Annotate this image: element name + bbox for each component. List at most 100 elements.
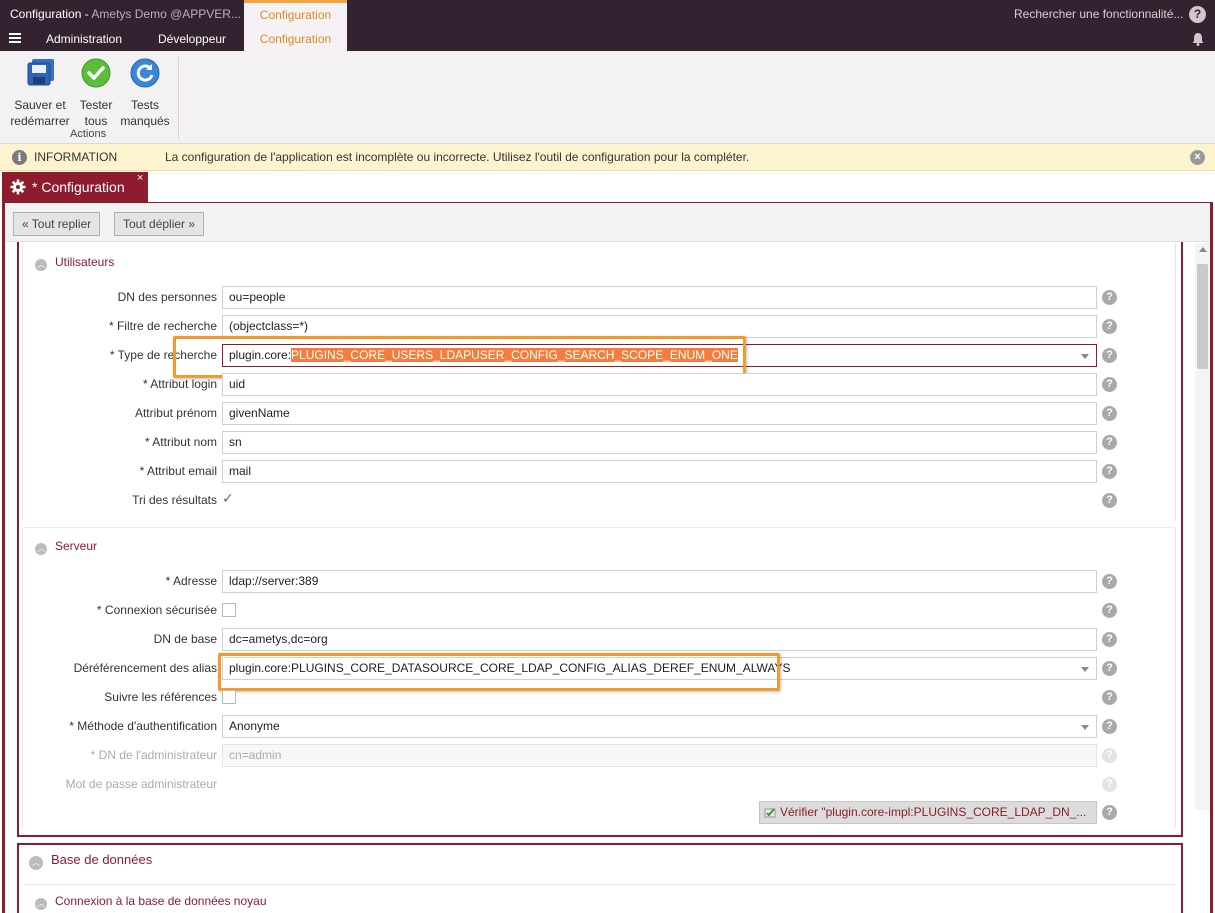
row-label: * Attribut nom (144, 435, 217, 449)
row-label: * Connexion sécurisée (96, 603, 217, 617)
email-attribute-input[interactable]: mail (222, 460, 1097, 483)
row-label: Suivre les références (104, 690, 217, 704)
chevron-up-icon: ︿ (35, 259, 47, 271)
help-icon[interactable]: ? (1102, 493, 1117, 508)
test-all-label-2: tous (84, 114, 108, 128)
help-icon[interactable]: ? (1102, 574, 1117, 589)
help-icon[interactable]: ? (1102, 290, 1117, 305)
chevron-up-icon: ︿ (35, 898, 47, 910)
help-icon[interactable]: ? (1102, 719, 1117, 734)
test-all-label-1: Tester (79, 98, 113, 112)
follow-referrals-checkbox[interactable] (222, 690, 236, 704)
sort-results-checkbox[interactable]: ✓ (222, 490, 234, 507)
login-attribute-input[interactable]: uid (222, 373, 1097, 396)
save-restart-label-1: Sauver et (14, 98, 66, 112)
row-label: * Attribut email (139, 464, 217, 478)
gear-icon (10, 179, 26, 195)
row-label: DN des personnes (117, 290, 217, 304)
help-icon[interactable]: ? (1102, 464, 1117, 479)
app-title-sub: Ametys Demo @APPVER... (91, 7, 241, 21)
failed-tests-label-1: Tests (130, 98, 159, 112)
chevron-down-icon[interactable] (1081, 354, 1089, 359)
info-icon: i (12, 150, 27, 165)
context-tab-title: Configuration (244, 0, 347, 27)
help-icon[interactable]: ? (1102, 348, 1117, 363)
chevron-up-icon: ︿ (35, 543, 47, 555)
auth-method-value: Anonyme (229, 719, 280, 733)
app-title-dash: - (81, 7, 92, 21)
close-icon[interactable]: × (1190, 150, 1205, 165)
help-icon[interactable]: ? (1102, 377, 1117, 392)
help-icon[interactable]: ? (1102, 661, 1117, 676)
info-label: INFORMATION (34, 150, 118, 164)
row-label: * DN de l'administrateur (90, 748, 217, 762)
ribbon-toolbar: Sauver et redémarrer Tester tous Tests m… (0, 51, 1215, 144)
document-tab-configuration[interactable]: * Configuration × (2, 172, 148, 202)
row-label: Mot de passe administrateur (65, 777, 217, 791)
check-icon (81, 58, 111, 88)
tab-close-icon[interactable]: × (137, 163, 143, 193)
save-restart-icon (27, 59, 54, 86)
dn-people-input[interactable]: ou=people (222, 286, 1097, 309)
form-toolbar: « Tout replier Tout déplier » (5, 203, 1210, 242)
help-icon[interactable]: ? (1102, 406, 1117, 421)
highlight-box (218, 653, 780, 691)
database-panel-title: Base de données (51, 852, 153, 867)
help-icon[interactable]: ? (1102, 435, 1117, 450)
notification-bell-icon[interactable] (1191, 32, 1205, 46)
users-section-header[interactable]: ︿ Utilisateurs (35, 255, 114, 271)
document-tab-label: * Configuration (32, 179, 125, 195)
test-all-button[interactable]: Tester tous (76, 57, 116, 129)
help-icon[interactable]: ? (1102, 319, 1117, 334)
expand-all-button[interactable]: Tout déplier » (114, 212, 205, 236)
feature-search-input[interactable]: Rechercher une fonctionnalité... (1014, 7, 1183, 21)
tab-developpeur[interactable]: Développeur (158, 27, 226, 51)
tab-administration[interactable]: Administration (46, 27, 122, 51)
app-title-main: Configuration (10, 7, 82, 21)
database-panel-header[interactable]: ︿ Base de données (29, 852, 152, 870)
server-section-header[interactable]: ︿ Serveur (35, 539, 97, 555)
row-label: * Filtre de recherche (108, 319, 217, 333)
secure-connection-checkbox[interactable] (222, 603, 236, 617)
chevron-down-icon[interactable] (1081, 667, 1089, 672)
failed-tests-button[interactable]: Tests manqués (118, 57, 172, 129)
app-title: Configuration - Ametys Demo @APPVER... (10, 7, 241, 21)
firstname-attribute-input[interactable]: givenName (222, 402, 1097, 425)
highlight-box (173, 336, 746, 378)
ribbon-separator (178, 57, 179, 139)
core-db-section-title: Connexion à la base de données noyau (55, 894, 267, 908)
search-filter-input[interactable]: (objectclass=*) (222, 315, 1097, 338)
scroll-thumb[interactable] (1197, 264, 1208, 369)
help-icon[interactable]: ? (1102, 632, 1117, 647)
base-dn-input[interactable]: dc=ametys,dc=org (222, 628, 1097, 651)
chevron-down-icon[interactable] (1081, 725, 1089, 730)
refresh-icon (130, 58, 160, 88)
chevron-up-icon: ︿ (29, 856, 43, 870)
row-label: * Adresse (165, 574, 217, 588)
help-icon[interactable]: ? (1102, 805, 1117, 820)
help-icon: ? (1102, 777, 1117, 792)
core-db-section-header[interactable]: ︿ Connexion à la base de données noyau (35, 894, 267, 910)
address-input[interactable]: ldap://server:389 (222, 570, 1097, 593)
tab-configuration[interactable]: Configuration (244, 27, 347, 51)
lastname-attribute-input[interactable]: sn (222, 431, 1097, 454)
auth-method-select[interactable]: Anonyme (222, 715, 1097, 738)
ribbon-group-label: Actions (70, 128, 107, 140)
info-message: La configuration de l'application est in… (165, 150, 750, 164)
verify-icon (764, 808, 776, 818)
section-divider (24, 884, 1176, 885)
verify-ldap-button[interactable]: Vérifier "plugin.core-impl:PLUGINS_CORE_… (759, 801, 1097, 824)
collapse-all-button[interactable]: « Tout replier (13, 212, 101, 236)
help-icon[interactable]: ? (1189, 6, 1206, 23)
scroll-up-icon[interactable] (1199, 247, 1207, 252)
row-label: DN de base (153, 632, 217, 646)
row-label: * Méthode d'authentification (69, 719, 217, 733)
row-label: * Attribut login (142, 377, 217, 391)
help-icon[interactable]: ? (1102, 690, 1117, 705)
vertical-scrollbar[interactable] (1195, 243, 1210, 810)
save-restart-button[interactable]: Sauver et redémarrer (8, 57, 72, 129)
help-icon[interactable]: ? (1102, 603, 1117, 618)
row-label: Attribut prénom (134, 406, 217, 420)
help-icon: ? (1102, 748, 1117, 763)
hamburger-menu-icon[interactable] (9, 33, 21, 44)
